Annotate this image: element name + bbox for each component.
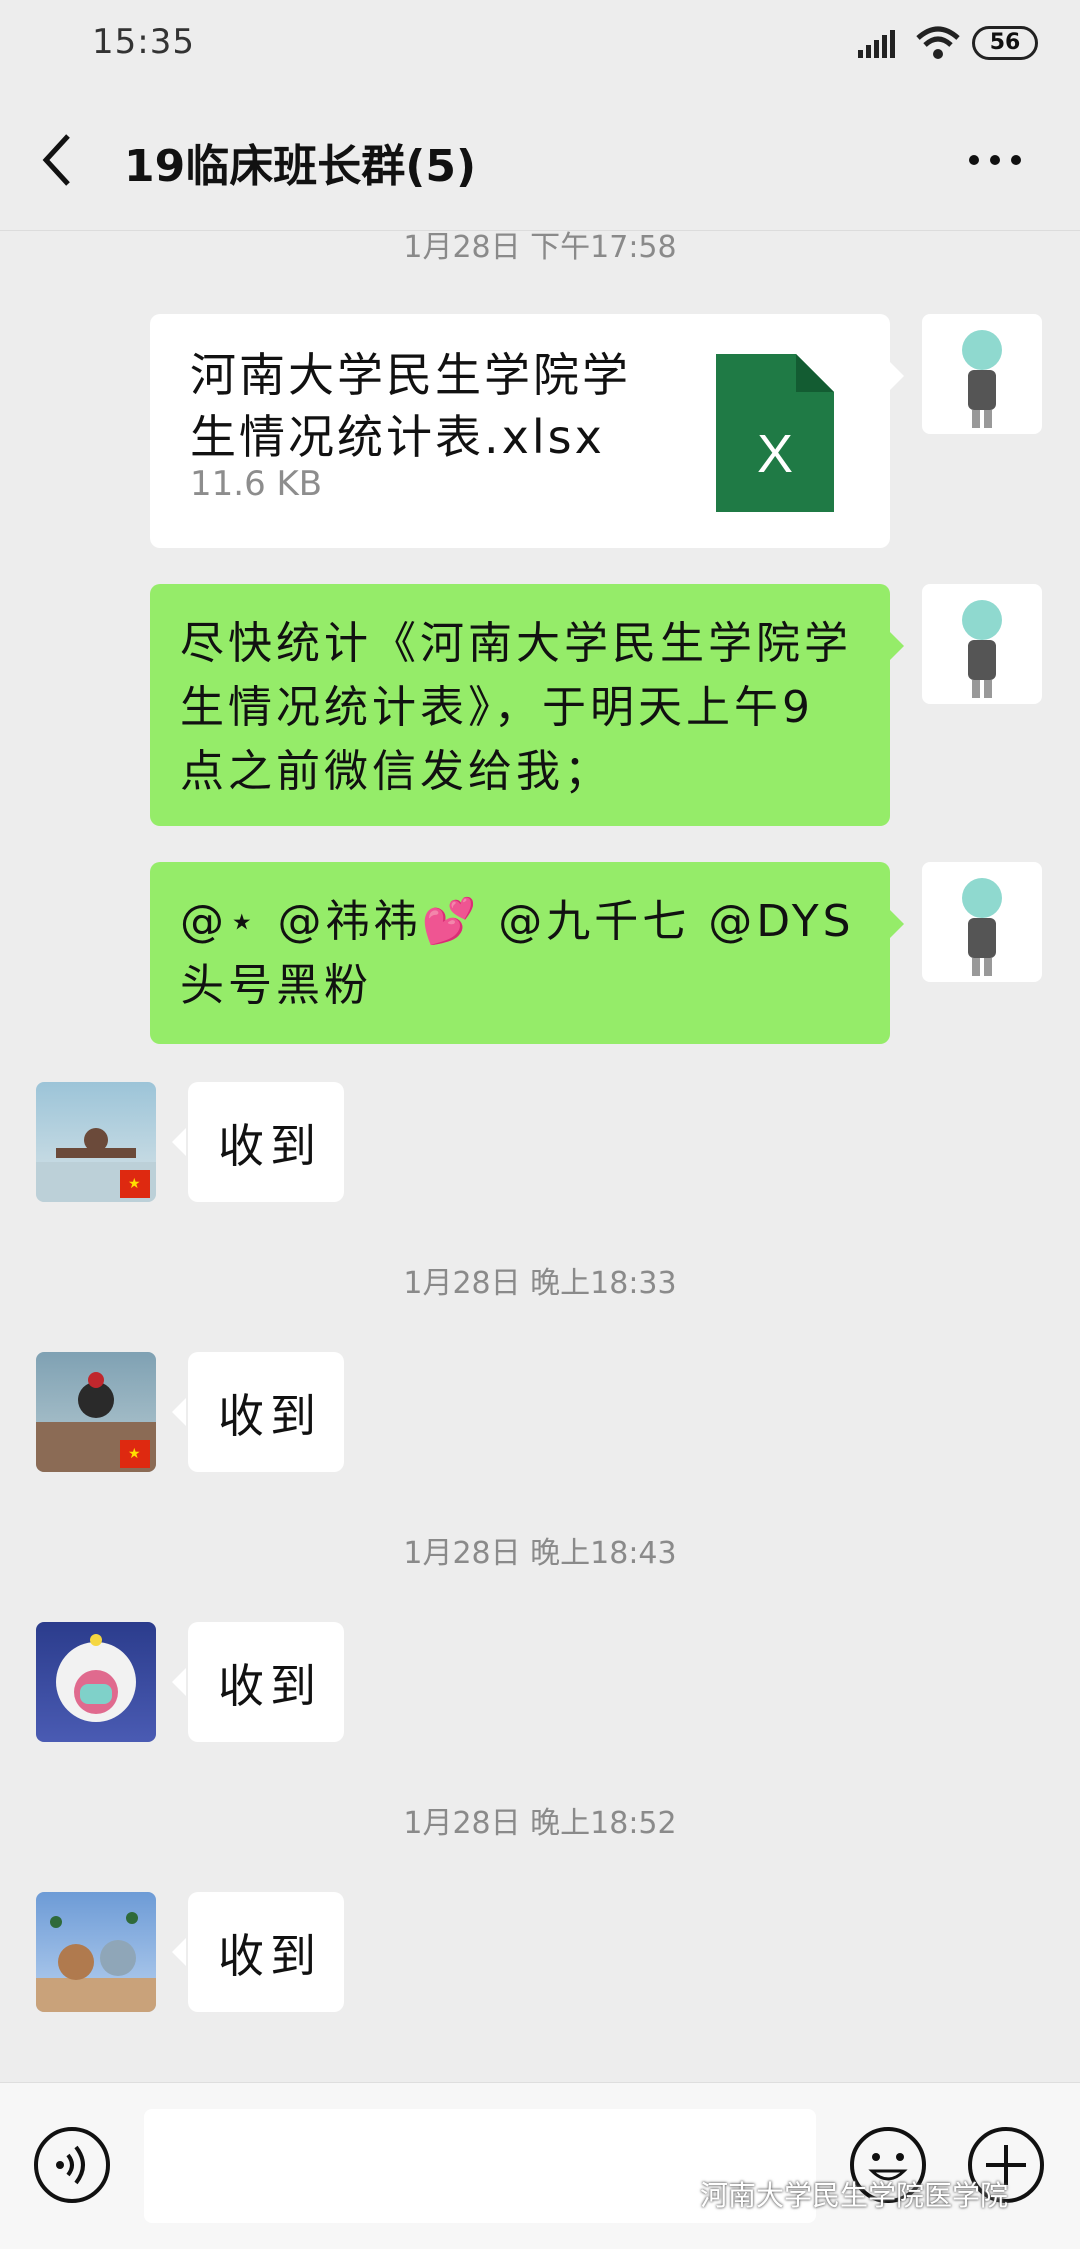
bubble-tail [172,1668,186,1696]
bubble-tail [890,362,904,390]
svg-text:★: ★ [128,1446,141,1462]
bubble-tail [172,1128,186,1156]
message-bubble[interactable]: 收到 [188,1082,344,1202]
message-bubble[interactable]: 收到 [188,1622,344,1742]
avatar-self-icon [962,330,1002,428]
bubble-tail [172,1938,186,1966]
message-text: 收到 [218,1119,322,1173]
battery-indicator: 56 [972,26,1038,60]
more-icon[interactable] [960,130,1030,190]
file-message-bubble[interactable]: 河南大学民生学院学生情况统计表.xlsx 11.6 KB X [150,314,890,548]
bubble-tail [890,632,904,660]
wifi-icon [916,26,960,59]
input-bar [0,2082,1080,2249]
back-icon[interactable] [38,130,78,190]
message-bubble[interactable]: 尽快统计《河南大学民生学院学生情况统计表》，于明天上午9点之前微信发给我； [150,584,890,826]
file-name: 河南大学民生学院学生情况统计表.xlsx [190,348,631,464]
watermark: 河南大学民生学院医学院 [700,2179,1009,2212]
excel-file-icon: X [716,354,834,512]
timestamp: 1月28日 晚上18:33 [403,1266,677,1301]
avatar-user-icon: ★ [36,1372,156,1472]
voice-icon[interactable] [32,2125,112,2205]
avatar[interactable] [922,584,1042,704]
status-time: 15:35 [92,22,195,62]
avatar[interactable] [922,862,1042,982]
signal-icon [858,30,895,58]
avatar[interactable] [36,1892,156,2012]
avatar[interactable] [922,314,1042,434]
chat-title: 19临床班长群(5) [124,141,477,192]
svg-text:★: ★ [128,1176,141,1192]
excel-letter: X [757,424,793,484]
message-text: 收到 [218,1659,322,1713]
message-bubble[interactable]: @⋆ @祎祎💕 @九千七 @DYS 头号黑粉 [150,862,890,1044]
timestamp: 1月28日 晚上18:43 [403,1536,677,1571]
message-text: 收到 [218,1389,322,1443]
avatar[interactable]: ★ [36,1082,156,1202]
avatar[interactable] [36,1622,156,1742]
timestamp: 1月28日 下午17:58 [403,230,677,265]
chat-header: 19临床班长群(5) [0,90,1080,231]
avatar-user-icon [56,1634,136,1722]
avatar-user-icon: ★ [36,1128,156,1202]
message-bubble[interactable]: 收到 [188,1892,344,2012]
timestamp: 1月28日 晚上18:52 [403,1806,677,1841]
message-bubble[interactable]: 收到 [188,1352,344,1472]
avatar-user-icon [36,1912,156,2012]
status-bar: 15:35 56 [0,0,1080,90]
avatar-self-icon [962,600,1002,698]
bubble-tail [172,1398,186,1426]
file-size: 11.6 KB [190,464,323,504]
message-text: @⋆ @祎祎💕 @九千七 @DYS 头号黑粉 [180,896,855,1011]
avatar-self-icon [962,878,1002,976]
message-text: 尽快统计《河南大学民生学院学生情况统计表》，于明天上午9点之前微信发给我； [180,618,852,797]
avatar[interactable]: ★ [36,1352,156,1472]
message-text: 收到 [218,1929,322,1983]
bubble-tail [890,910,904,938]
